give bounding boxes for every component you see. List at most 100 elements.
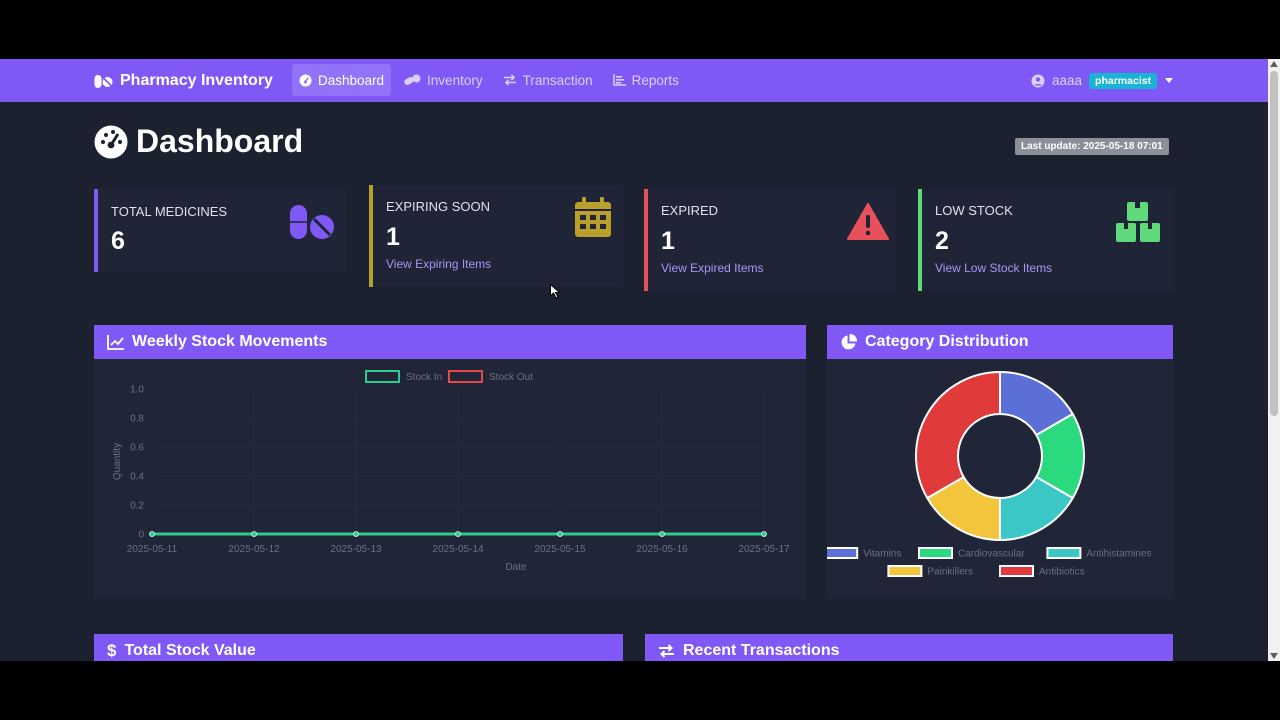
nav-inventory-label: Inventory xyxy=(427,72,483,88)
exchange-icon xyxy=(503,74,516,86)
nav-transaction[interactable]: Transaction xyxy=(496,64,600,96)
nav-reports[interactable]: Reports xyxy=(606,64,686,96)
y-tick-label: 0.8 xyxy=(130,414,144,425)
nav-dashboard-label: Dashboard xyxy=(318,72,385,88)
panel-header: Weekly Stock Movements xyxy=(94,325,806,359)
main-nav: Dashboard Inventory Transaction Reports xyxy=(292,64,692,96)
panel-header: Category Distribution xyxy=(827,325,1173,359)
card-label: Total Medicines xyxy=(111,204,228,219)
y-axis-title: Quantity xyxy=(112,443,123,480)
user-menu[interactable]: aaaa pharmacist xyxy=(1031,59,1174,102)
data-point xyxy=(659,531,665,537)
calendar-icon xyxy=(575,197,611,237)
role-badge: pharmacist xyxy=(1089,72,1158,89)
x-tick-label: 2025-05-12 xyxy=(228,544,280,555)
panel-title: Weekly Stock Movements xyxy=(132,333,328,350)
pills-icon xyxy=(404,74,421,85)
legend-label: Stock In xyxy=(406,372,442,383)
nav-inventory[interactable]: Inventory xyxy=(397,64,490,96)
x-tick-label: 2025-05-16 xyxy=(636,544,688,555)
card-value: 2 xyxy=(935,227,949,255)
y-tick-label: 0.4 xyxy=(130,472,144,483)
card-low-stock: Low Stock 2 View Low Stock Items xyxy=(918,189,1173,291)
chart-legend: Stock In Stock Out xyxy=(365,370,533,383)
card-label: Expiring Soon xyxy=(386,199,491,214)
chart-line-icon xyxy=(107,334,124,350)
pie-slice xyxy=(915,370,1001,500)
view-low-stock-link[interactable]: View Low Stock Items xyxy=(935,261,1052,275)
scrollbar-thumb[interactable] xyxy=(1270,71,1278,416)
brand[interactable]: Pharmacy Inventory xyxy=(94,59,273,102)
legend-swatch xyxy=(448,370,483,383)
view-expiring-link[interactable]: View Expiring Items xyxy=(386,257,491,271)
y-tick-label: 0.6 xyxy=(130,443,144,454)
x-tick-label: 2025-05-17 xyxy=(738,544,790,555)
data-point xyxy=(251,531,257,537)
legend-swatch xyxy=(999,565,1034,577)
card-value: 1 xyxy=(661,227,675,255)
chevron-down-icon[interactable] xyxy=(1165,78,1174,83)
card-total-medicines: Total Medicines 6 xyxy=(94,189,346,272)
scroll-down-icon[interactable] xyxy=(1270,653,1278,659)
legend-label: Vitamins xyxy=(863,549,901,560)
card-label: Expired xyxy=(661,203,719,218)
x-axis-title: Date xyxy=(505,562,527,573)
legend-swatch xyxy=(365,370,400,383)
weekly-stock-panel: Weekly Stock Movements Stock In Stock Out… xyxy=(94,325,806,599)
dashboard-icon xyxy=(299,73,312,87)
donut-chart: Vitamins Cardiovascular Antihistamines Pain… xyxy=(827,370,1151,578)
scroll-up-icon[interactable] xyxy=(1270,61,1278,67)
y-tick-label: 1.0 xyxy=(130,385,144,396)
data-point xyxy=(557,531,563,537)
view-expired-link[interactable]: View Expired Items xyxy=(661,261,764,275)
top-navbar: Pharmacy Inventory Dashboard Inventory T… xyxy=(0,59,1268,102)
legend-swatch xyxy=(1046,547,1082,559)
panel-title: Total Stock Value xyxy=(124,642,256,659)
legend-label: Cardiovascular xyxy=(958,549,1025,560)
data-point xyxy=(761,531,767,537)
panel-title: Category Distribution xyxy=(865,333,1029,350)
nav-transaction-label: Transaction xyxy=(522,72,593,88)
card-expiring-soon: Expiring Soon 1 View Expiring Items xyxy=(369,185,623,287)
mouse-cursor-icon xyxy=(550,284,560,299)
nav-reports-label: Reports xyxy=(631,72,679,88)
legend-label: Painkillers xyxy=(927,567,973,578)
card-value: 6 xyxy=(111,227,125,255)
y-tick-label: 0.2 xyxy=(130,501,144,512)
user-circle-icon xyxy=(1031,74,1045,87)
nav-dashboard[interactable]: Dashboard xyxy=(292,64,392,96)
legend-label: Antibiotics xyxy=(1039,567,1085,578)
boxes-icon xyxy=(1116,202,1160,242)
dollar-icon: $ xyxy=(107,641,117,660)
exchange-icon xyxy=(659,644,674,658)
last-update-badge: Last update: 2025-05-18 07:01 xyxy=(1015,138,1169,155)
data-point xyxy=(353,531,359,537)
page-title: Dashboard xyxy=(94,123,303,160)
chart-pie-icon xyxy=(841,333,857,349)
panel-header: $ Total Stock Value xyxy=(94,634,623,661)
legend-swatch xyxy=(887,565,923,577)
card-expired: Expired 1 View Expired Items xyxy=(644,189,896,291)
legend-label: Stock Out xyxy=(489,372,533,383)
brand-name: Pharmacy Inventory xyxy=(120,71,273,89)
x-tick-label: 2025-05-14 xyxy=(432,544,484,555)
category-panel: Category Distribution Vitamins Cardiovasc… xyxy=(827,325,1173,599)
panel-title: Recent Transactions xyxy=(683,642,840,659)
pills-icon xyxy=(94,74,113,88)
data-point xyxy=(149,531,155,537)
user-name: aaaa xyxy=(1052,73,1083,88)
legend-swatch xyxy=(918,547,953,559)
data-point xyxy=(455,531,461,537)
app-window: Pharmacy Inventory Dashboard Inventory T… xyxy=(0,59,1280,661)
recent-transactions-panel: Recent Transactions xyxy=(645,634,1173,661)
vertical-scrollbar[interactable] xyxy=(1268,59,1280,661)
card-value: 1 xyxy=(386,223,400,251)
pills-icon xyxy=(290,205,334,239)
warning-icon xyxy=(847,203,889,240)
x-tick-label: 2025-05-15 xyxy=(534,544,586,555)
x-tick-label: 2025-05-11 xyxy=(127,544,178,555)
dashboard-icon xyxy=(94,125,128,158)
total-stock-value-panel: $ Total Stock Value xyxy=(94,634,623,661)
legend-swatch xyxy=(827,547,859,559)
panel-header: Recent Transactions xyxy=(645,634,1173,661)
